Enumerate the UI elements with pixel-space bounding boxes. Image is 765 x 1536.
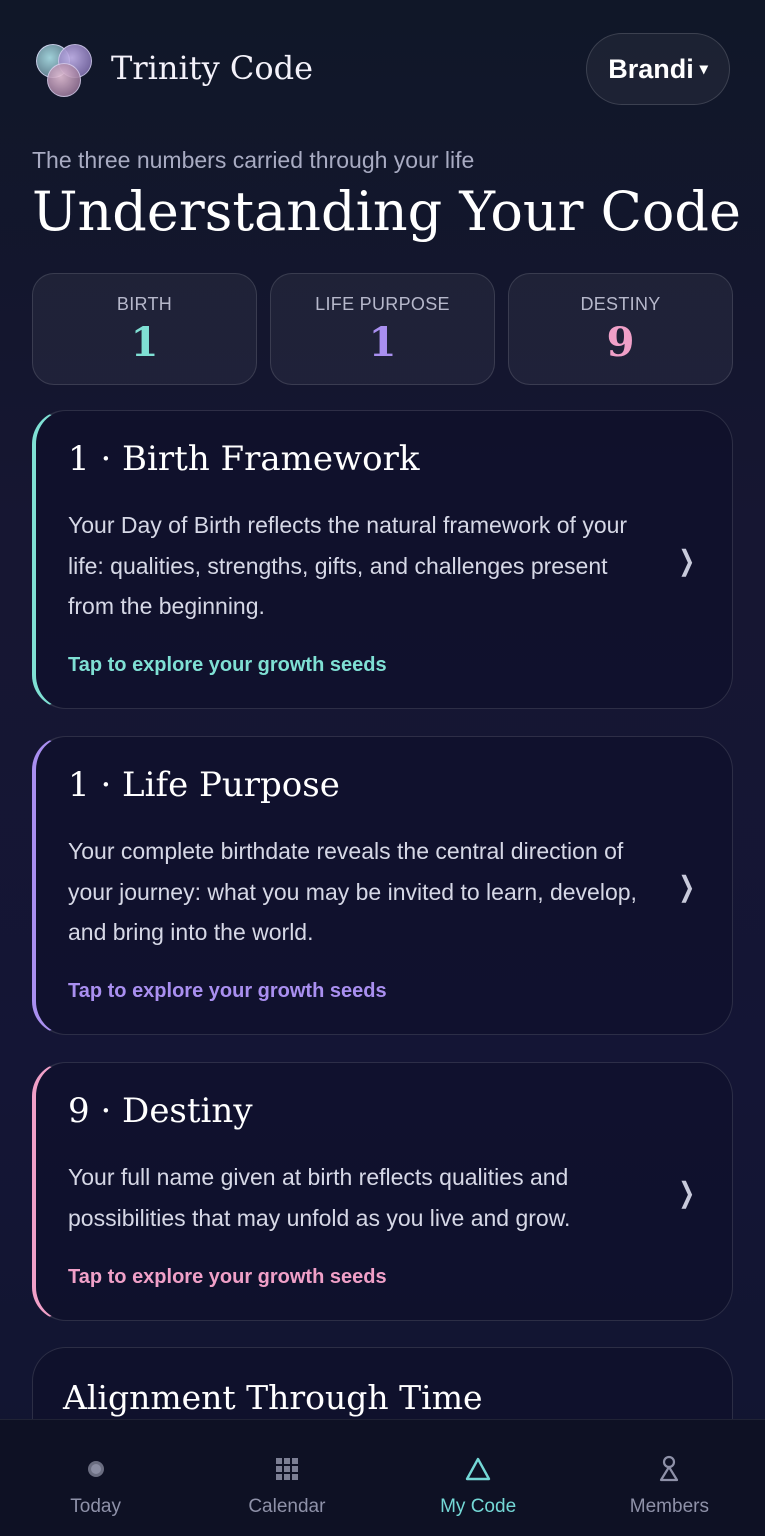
card-title: Alignment Through Time <box>63 1378 483 1417</box>
nav-label: Calendar <box>248 1496 326 1517</box>
nav-item-today[interactable]: Today <box>0 1420 191 1536</box>
chevron-right-icon: ❯ <box>678 545 695 576</box>
user-menu-button[interactable]: Brandi ▾ <box>586 33 730 105</box>
explore-growth-seeds-link[interactable]: Tap to explore your growth seeds <box>68 980 387 1003</box>
destiny-card[interactable]: 9 · Destiny Your full name given at birt… <box>32 1062 733 1321</box>
trinity-logo-icon <box>32 41 96 101</box>
chevron-right-icon: ❯ <box>678 871 695 902</box>
nav-item-members[interactable]: Members <box>574 1420 765 1536</box>
nav-label: My Code <box>440 1496 517 1517</box>
caret-down-icon: ▾ <box>699 61 708 78</box>
birth-framework-card[interactable]: 1 · Birth Framework Your Day of Birth re… <box>32 410 733 709</box>
destiny-number-value: 9 <box>606 319 635 366</box>
bottom-nav: Today Calendar My Code Members <box>0 1419 765 1536</box>
triangle-icon <box>463 1454 493 1484</box>
nav-item-calendar[interactable]: Calendar <box>191 1420 382 1536</box>
explore-growth-seeds-link[interactable]: Tap to explore your growth seeds <box>68 654 387 677</box>
destiny-number-box: DESTINY 9 <box>508 273 733 385</box>
birth-number-label: BIRTH <box>116 294 173 314</box>
life-purpose-card[interactable]: 1 · Life Purpose Your complete birthdate… <box>32 736 733 1035</box>
header: Trinity Code Brandi ▾ <box>32 33 730 105</box>
nav-label: Today <box>70 1496 121 1517</box>
card-description: Your Day of Birth reflects the natural f… <box>68 512 628 619</box>
page-title: Understanding Your Code <box>32 180 741 243</box>
birth-number-box: BIRTH 1 <box>32 273 257 385</box>
card-title: 1 · Birth Framework <box>68 439 420 479</box>
birth-number-value: 1 <box>130 319 159 366</box>
card-title: 1 · Life Purpose <box>68 765 340 805</box>
calendar-grid-icon <box>272 1454 302 1484</box>
person-icon <box>654 1454 684 1484</box>
life-purpose-number-label: LIFE PURPOSE <box>315 294 450 314</box>
life-purpose-number-value: 1 <box>368 319 397 366</box>
explore-growth-seeds-link[interactable]: Tap to explore your growth seeds <box>68 1266 387 1289</box>
app-screen: Trinity Code Brandi ▾ The three numbers … <box>0 0 765 1536</box>
card-title: 9 · Destiny <box>68 1091 253 1131</box>
destiny-number-label: DESTINY <box>580 294 661 314</box>
life-purpose-number-box: LIFE PURPOSE 1 <box>270 273 495 385</box>
user-name: Brandi <box>608 53 694 84</box>
nav-label: Members <box>629 1496 709 1517</box>
nav-item-my-code[interactable]: My Code <box>383 1420 574 1536</box>
page-subtitle: The three numbers carried through your l… <box>32 147 475 173</box>
app-title: Trinity Code <box>111 49 313 87</box>
card-description: Your complete birthdate reveals the cent… <box>68 838 637 945</box>
code-numbers: BIRTH 1 LIFE PURPOSE 1 DESTINY 9 <box>32 273 733 385</box>
dot-icon <box>81 1454 111 1484</box>
chevron-right-icon: ❯ <box>678 1177 695 1208</box>
card-description: Your full name given at birth reflects q… <box>68 1164 571 1231</box>
